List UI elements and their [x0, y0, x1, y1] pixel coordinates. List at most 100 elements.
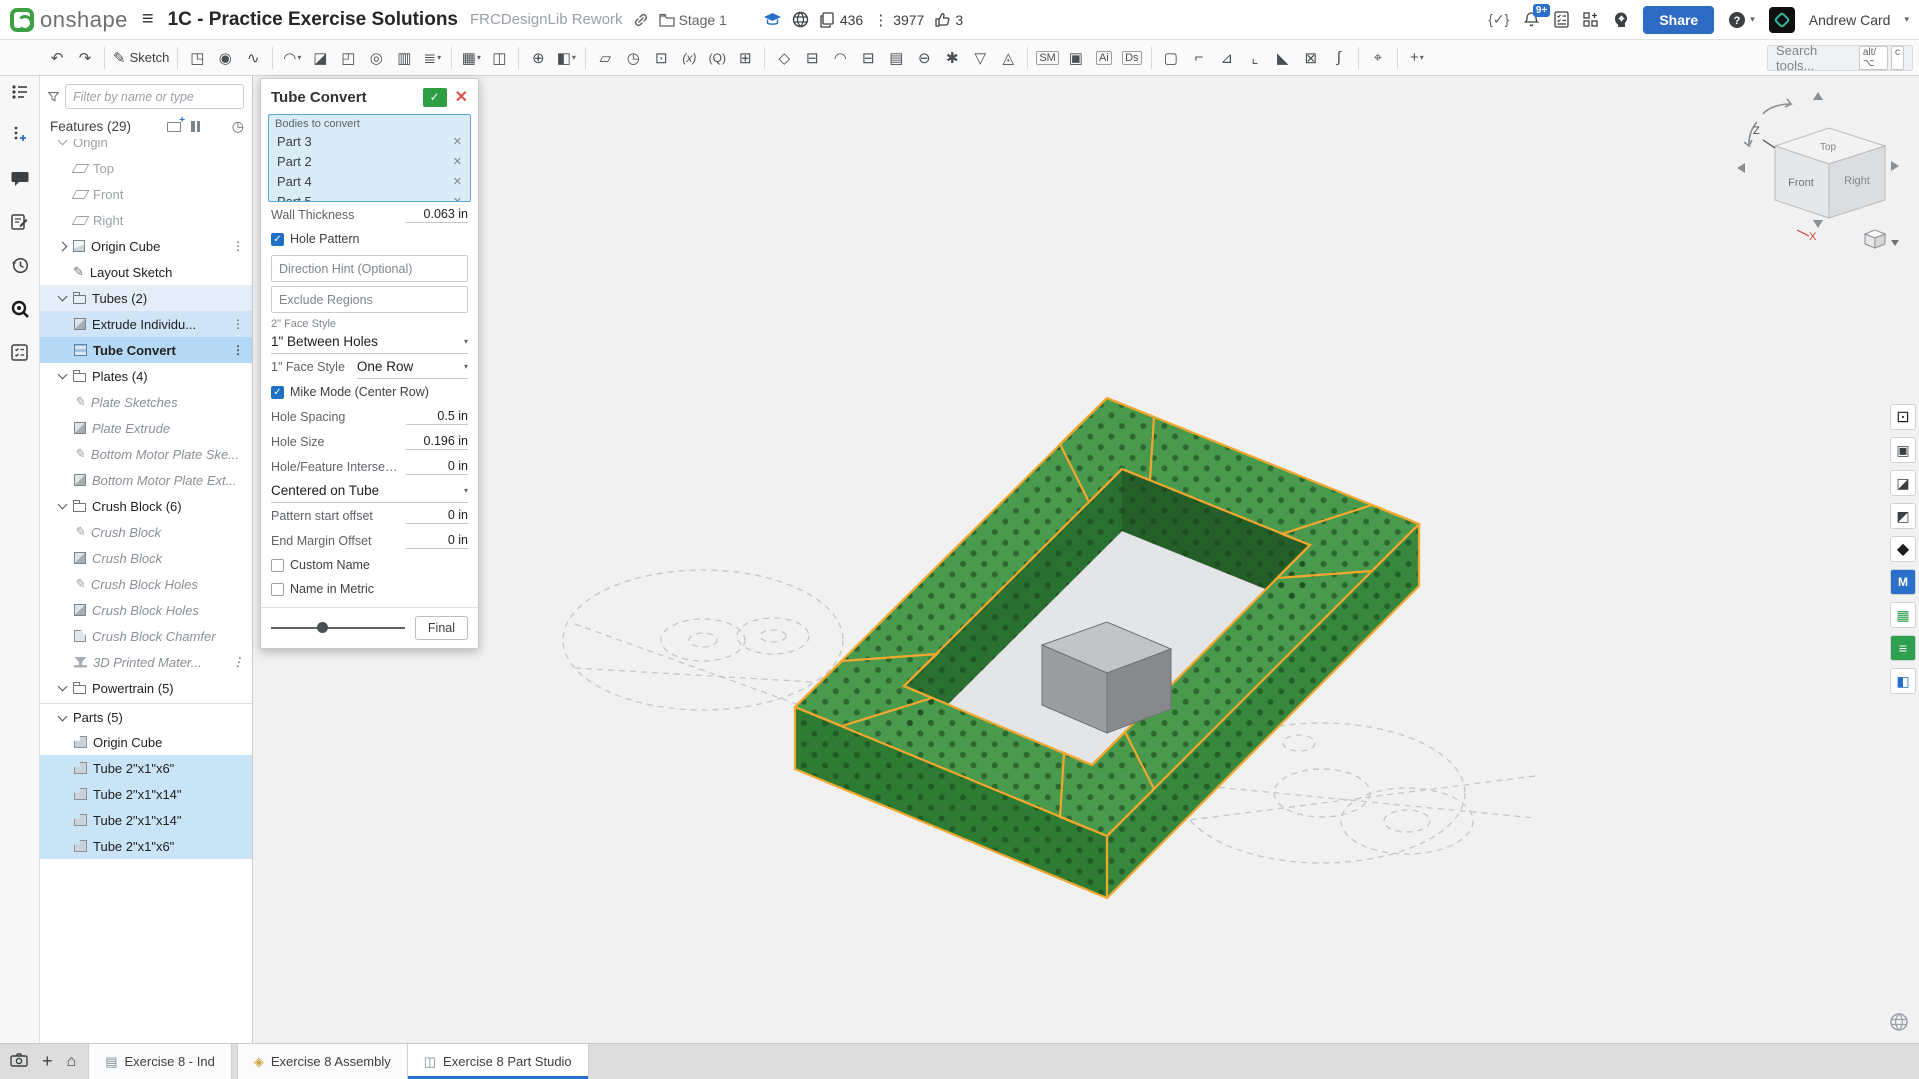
tasks-checklist-icon[interactable]: [1554, 11, 1569, 28]
context-menu-dots-icon[interactable]: ⋮: [232, 343, 244, 357]
section-view-button[interactable]: ◪: [1890, 470, 1916, 496]
checkbox-checked-icon[interactable]: ✓: [271, 386, 284, 399]
split-tool[interactable]: ◧▾: [553, 44, 579, 72]
hole-size-value[interactable]: 0.196 in: [406, 434, 468, 450]
ds-tool[interactable]: Ds: [1119, 44, 1145, 72]
custom-name-checkbox[interactable]: Custom Name: [271, 553, 468, 577]
add-tab-button[interactable]: +: [42, 1051, 53, 1072]
add-folder-icon[interactable]: [167, 122, 181, 132]
boolean-tool[interactable]: ⊕: [525, 44, 551, 72]
public-globe-icon[interactable]: [792, 11, 809, 28]
versions-graph-icon[interactable]: {✓}: [1488, 11, 1509, 28]
filter-input[interactable]: [65, 84, 244, 109]
context-menu-dots-icon[interactable]: ⋮: [232, 317, 244, 331]
corner-tool[interactable]: ◣: [1270, 44, 1296, 72]
hole-spacing-field[interactable]: Hole Spacing 0.5 in: [271, 404, 468, 429]
parts-section-header[interactable]: Parts (5): [40, 703, 252, 729]
model-viewport[interactable]: [253, 76, 1919, 1043]
feature-list-config-icon[interactable]: [11, 84, 29, 100]
learning-icon[interactable]: [763, 12, 782, 27]
ai-assistant-icon[interactable]: [1613, 11, 1629, 28]
exploded-view-tool[interactable]: ⊞: [732, 44, 758, 72]
gear-tool[interactable]: ✱: [939, 44, 965, 72]
context-menu-dots-icon[interactable]: ⋮: [232, 239, 244, 253]
body-list-item[interactable]: Part 5✕: [275, 191, 464, 202]
hole-spacing-value[interactable]: 0.5 in: [406, 409, 468, 425]
tree-item-crush-block-holes-extrude[interactable]: Crush Block Holes: [40, 597, 252, 623]
revolve-tool[interactable]: ◉: [212, 44, 238, 72]
tree-item-crush-block-chamfer[interactable]: Crush Block Chamfer: [40, 623, 252, 649]
tree-item-plate-sketches[interactable]: Plate Sketches: [40, 389, 252, 415]
redo-button[interactable]: ↷: [72, 44, 98, 72]
remove-item-icon[interactable]: ✕: [453, 195, 464, 203]
search-tools-box[interactable]: Search tools... alt/⌥ c: [1767, 45, 1913, 71]
comments-icon[interactable]: [11, 170, 29, 187]
surface-tool[interactable]: ▤: [883, 44, 909, 72]
menu-icon[interactable]: ≡: [138, 8, 158, 31]
user-avatar[interactable]: [1769, 7, 1795, 33]
sweep-tool[interactable]: ∿: [240, 44, 266, 72]
onshape-logo[interactable]: onshape: [10, 7, 128, 33]
plane-tool[interactable]: ▱: [592, 44, 618, 72]
hole-tool[interactable]: ◎: [363, 44, 389, 72]
tree-item-tube-convert[interactable]: Tube Convert⋮: [40, 337, 252, 363]
rollback-slider[interactable]: [271, 621, 405, 635]
mirror-tool[interactable]: ◫: [486, 44, 512, 72]
tree-folder-crush-block[interactable]: Crush Block (6): [40, 493, 252, 519]
view-modes-button[interactable]: ▣: [1890, 437, 1916, 463]
part-item-origin-cube[interactable]: Origin Cube: [40, 729, 252, 755]
variable-tool[interactable]: (x): [676, 44, 702, 72]
pattern-start-offset-field[interactable]: Pattern start offset 0 in: [271, 503, 468, 528]
insert-feature-icon[interactable]: [12, 126, 28, 144]
chamfer-tool[interactable]: ◪: [307, 44, 333, 72]
custom-wedge-button[interactable]: ◆: [1890, 536, 1916, 562]
checkbox-unchecked-icon[interactable]: [271, 559, 284, 572]
primitive-tool[interactable]: ◇: [771, 44, 797, 72]
viewcube-menu-icon[interactable]: [1865, 230, 1899, 248]
wall-thickness-value[interactable]: 0.063 in: [406, 207, 468, 223]
cone-tool[interactable]: ◬: [995, 44, 1021, 72]
tree-item-crush-block-holes-sketch[interactable]: Crush Block Holes: [40, 571, 252, 597]
body-list-item[interactable]: Part 4✕: [275, 171, 464, 191]
context-menu-dots-icon[interactable]: ⋮: [232, 655, 244, 669]
document-title[interactable]: 1C - Practice Exercise Solutions: [168, 9, 458, 31]
tree-item-origin[interactable]: Origin: [40, 139, 252, 155]
shell-tool[interactable]: ◰: [335, 44, 361, 72]
pattern-tool[interactable]: ▦▾: [458, 44, 484, 72]
body-list-item[interactable]: Part 2✕: [275, 151, 464, 171]
face1-style-dropdown[interactable]: One Row▾: [357, 355, 468, 379]
folder-breadcrumb[interactable]: Stage 1: [659, 12, 727, 28]
undo-button[interactable]: ↶: [44, 44, 70, 72]
belt-tool[interactable]: ⊖: [911, 44, 937, 72]
insert-tool[interactable]: +▾: [1404, 44, 1430, 72]
toolbox-2-tool[interactable]: ⊟: [855, 44, 881, 72]
sheet-app-button[interactable]: ≡: [1890, 635, 1916, 661]
tree-item-top-plane[interactable]: Top: [40, 155, 252, 181]
profile-tool[interactable]: ∫: [1326, 44, 1352, 72]
tab-exercise-8-part-studio[interactable]: ◫ Exercise 8 Part Studio: [408, 1044, 589, 1079]
frame-check-tool[interactable]: ⊠: [1298, 44, 1324, 72]
tree-item-front-plane[interactable]: Front: [40, 181, 252, 207]
history-icon[interactable]: [11, 256, 29, 274]
apps-grid-button[interactable]: ▦: [1890, 602, 1916, 628]
sketch-button[interactable]: ✎Sketch: [111, 44, 171, 72]
tree-item-extrude-individual[interactable]: Extrude Individu...⋮: [40, 311, 252, 337]
pattern-offset-value[interactable]: 0 in: [406, 508, 468, 524]
remove-item-icon[interactable]: ✕: [453, 155, 464, 168]
help-menu[interactable]: ? ▾: [1728, 11, 1755, 29]
hole-size-field[interactable]: Hole Size 0.196 in: [271, 429, 468, 454]
tree-item-crush-block-extrude[interactable]: Crush Block: [40, 545, 252, 571]
user-name[interactable]: Andrew Card: [1809, 12, 1891, 28]
tabs-home-button[interactable]: ⌂: [67, 1053, 77, 1071]
helix-tool[interactable]: ◷: [620, 44, 646, 72]
tree-folder-tubes[interactable]: Tubes (2): [40, 285, 252, 311]
tab-tool[interactable]: ⊿: [1214, 44, 1240, 72]
bodies-to-convert-list[interactable]: Bodies to convert Part 3✕ Part 2✕ Part 4…: [268, 114, 471, 202]
intersection-value[interactable]: 0 in: [406, 459, 468, 475]
import-tool[interactable]: ⊡: [648, 44, 674, 72]
accept-button[interactable]: ✓: [423, 88, 447, 107]
apps-grid-icon[interactable]: [1583, 12, 1599, 28]
wall-thickness-field[interactable]: Wall Thickness 0.063 in: [271, 202, 468, 227]
fillet-tool[interactable]: ◠▾: [279, 44, 305, 72]
exclude-regions-input[interactable]: Exclude Regions: [271, 286, 468, 313]
